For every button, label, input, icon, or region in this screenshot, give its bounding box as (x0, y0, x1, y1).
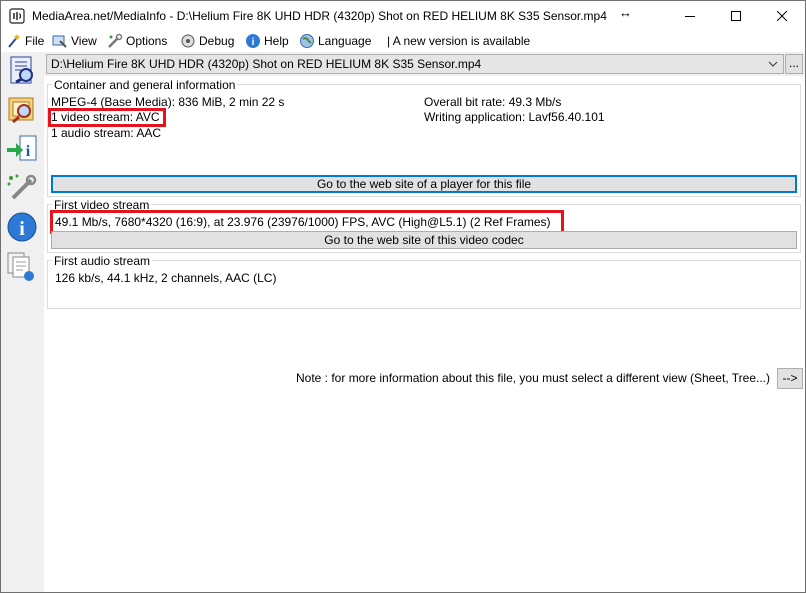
audio-heading: First audio stream (52, 254, 153, 268)
general-audio-line: 1 audio stream: AAC (51, 126, 162, 140)
debug-icon (181, 34, 195, 48)
menu-file-label: File (25, 34, 45, 48)
minimize-icon (685, 16, 695, 17)
open-file-button[interactable] (5, 54, 39, 88)
options-icon (108, 33, 123, 48)
main-window: MediaArea.net/MediaInfo - D:\Helium Fire… (0, 0, 806, 593)
close-icon (777, 11, 787, 21)
menu-language-label: Language (318, 34, 372, 48)
menu-debug[interactable]: Debug (180, 33, 234, 50)
open-folder-button[interactable] (5, 92, 39, 126)
menu-options-label: Options (126, 34, 168, 48)
general-format-line: MPEG-4 (Base Media): 836 MiB, 2 min 22 s (51, 95, 285, 109)
maximize-button[interactable] (713, 1, 759, 31)
file-select-combobox[interactable]: D:\Helium Fire 8K UHD HDR (4320p) Shot o… (46, 54, 784, 74)
menu-debug-label: Debug (199, 34, 235, 48)
menu-bar: File View Options Debug i Help Language (1, 31, 805, 52)
menu-file[interactable]: File (6, 33, 44, 50)
preferences-icon (7, 174, 37, 200)
audio-details-line: 126 kb/s, 44.1 kHz, 2 channels, AAC (LC) (55, 271, 277, 285)
change-view-button[interactable]: --> (777, 368, 803, 389)
minimize-button[interactable] (667, 1, 713, 31)
basic-view-panel: Container and general information MPEG-4… (44, 76, 805, 592)
documents-icon (7, 252, 34, 281)
general-heading: Container and general information (52, 78, 238, 92)
browse-file-button[interactable]: ... (785, 54, 803, 74)
file-wand-icon (8, 34, 20, 48)
svg-text:i: i (252, 37, 255, 48)
svg-text:i: i (26, 143, 31, 160)
codec-website-button[interactable]: Go to the web site of this video codec (51, 231, 797, 249)
writing-application-line: Writing application: Lavf56.40.101 (424, 110, 605, 124)
menu-options[interactable]: Options (107, 33, 167, 50)
menu-view[interactable]: View (52, 33, 97, 50)
globe-icon (300, 34, 314, 48)
menu-help-label: Help (264, 34, 289, 48)
title-bar: MediaArea.net/MediaInfo - D:\Helium Fire… (1, 1, 805, 31)
info-icon: i (7, 212, 37, 242)
export-button[interactable]: i (5, 132, 39, 166)
export-icon: i (7, 135, 37, 161)
knowledge-base-button[interactable] (5, 250, 39, 284)
left-toolbar: i i (1, 52, 43, 592)
chevron-down-icon (768, 61, 778, 67)
overall-bitrate-line: Overall bit rate: 49.3 Mb/s (424, 95, 562, 109)
video-stream-highlight (48, 108, 166, 127)
open-file-icon (10, 56, 33, 84)
view-icon (52, 35, 67, 48)
new-version-notice[interactable]: | A new version is available (387, 33, 530, 50)
view-note-text: Note : for more information about this f… (296, 371, 770, 385)
resize-cursor-icon: ↔ (619, 5, 632, 20)
maximize-icon (731, 11, 741, 21)
menu-help[interactable]: i Help (245, 33, 289, 50)
help-icon: i (246, 34, 260, 48)
preferences-button[interactable] (5, 172, 39, 206)
menu-view-label: View (71, 34, 97, 48)
file-select-value: D:\Helium Fire 8K UHD HDR (4320p) Shot o… (51, 57, 482, 71)
window-title: MediaArea.net/MediaInfo - D:\Helium Fire… (32, 9, 607, 23)
menu-language[interactable]: Language (299, 33, 371, 50)
player-website-button[interactable]: Go to the web site of a player for this … (51, 175, 797, 193)
mediainfo-app-icon (9, 8, 25, 24)
close-button[interactable] (759, 1, 805, 31)
about-button[interactable]: i (5, 210, 39, 244)
svg-text:i: i (19, 218, 25, 240)
open-folder-icon (8, 97, 34, 124)
